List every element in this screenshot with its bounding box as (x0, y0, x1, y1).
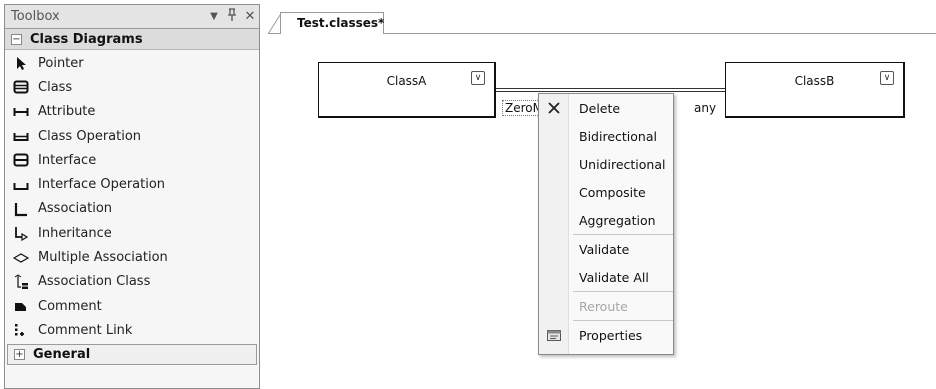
menu-item-validate-all[interactable]: Validate All (539, 263, 673, 291)
menu-item-unidirectional[interactable]: Unidirectional (539, 150, 673, 178)
menu-item-label: Reroute (579, 298, 628, 314)
delete-icon (548, 102, 560, 114)
toolbox-item-association[interactable]: Association (5, 197, 259, 221)
toolbox-item-label: Inheritance (38, 225, 112, 241)
class-shape-classb[interactable]: ClassB ∨ (725, 62, 905, 118)
toolbox-item-interface[interactable]: Interface (5, 148, 259, 172)
menu-item-label: Composite (579, 184, 646, 200)
toolbox-item-label: Comment (38, 298, 102, 314)
interface-icon (13, 153, 29, 167)
attribute-icon (13, 107, 29, 116)
dropdown-arrow-icon[interactable]: ▼ (205, 11, 223, 22)
section-label: General (33, 346, 91, 362)
toolbox-item-label: Class Operation (38, 128, 142, 144)
tab-test-classes[interactable]: Test.classes* (280, 12, 384, 34)
inheritance-icon (15, 227, 29, 242)
menu-item-label: Validate (579, 241, 630, 257)
class-name: ClassA (386, 74, 427, 88)
toolbox-item-label: Multiple Association (38, 250, 168, 266)
menu-item-label: Properties (579, 327, 643, 343)
toolbox-item-label: Comment Link (38, 322, 133, 338)
toolbox-item-pointer[interactable]: Pointer (5, 51, 259, 75)
interface-operation-icon (13, 182, 29, 190)
menu-item-validate[interactable]: Validate (539, 235, 673, 263)
menu-item-composite[interactable]: Composite (539, 178, 673, 206)
close-icon[interactable]: ✕ (241, 9, 259, 24)
menu-item-reroute: Reroute (539, 292, 673, 320)
class-icon (13, 80, 29, 94)
document-tab-strip: Test.classes* (268, 4, 936, 34)
menu-item-label: Aggregation (579, 212, 656, 228)
context-menu: Delete Bidirectional Unidirectional Comp… (538, 93, 674, 355)
menu-item-label: Bidirectional (579, 128, 657, 144)
menu-item-label: Unidirectional (579, 156, 666, 172)
toolbox-item-comment-link[interactable]: Comment Link (5, 318, 259, 342)
association-icon (14, 202, 27, 217)
toolbox-item-label: Interface (38, 152, 97, 168)
toolbox-title: Toolbox (11, 9, 60, 24)
expand-icon[interactable]: + (14, 348, 25, 360)
comment-link-icon (15, 324, 24, 337)
properties-icon (547, 330, 561, 341)
menu-item-aggregation[interactable]: Aggregation (539, 206, 673, 234)
expand-chevron-icon[interactable]: ∨ (880, 71, 894, 85)
multiple-association-icon (13, 252, 29, 263)
toolbox-item-multiple-association[interactable]: Multiple Association (5, 245, 259, 269)
toolbox-item-class[interactable]: Class (5, 75, 259, 99)
section-class-diagrams[interactable]: − Class Diagrams (5, 29, 259, 50)
association-class-icon (14, 274, 28, 289)
comment-icon (15, 303, 26, 312)
menu-item-label: Delete (579, 100, 621, 116)
toolbox-item-association-class[interactable]: Association Class (5, 270, 259, 294)
association-connector[interactable] (496, 88, 725, 92)
toolbox-item-label: Class (38, 79, 73, 95)
toolbox-item-class-operation[interactable]: Class Operation (5, 124, 259, 148)
toolbox-item-label: Association (38, 201, 113, 217)
section-general[interactable]: + General (7, 343, 257, 365)
toolbox-item-label: Pointer (38, 55, 84, 71)
menu-item-bidirectional[interactable]: Bidirectional (539, 122, 673, 150)
toolbox-item-label: Attribute (38, 104, 96, 120)
class-operation-icon (13, 133, 29, 142)
expand-chevron-icon[interactable]: ∨ (471, 71, 485, 85)
toolbox-header: Toolbox ▼ ✕ (5, 5, 259, 29)
toolbox-panel: Toolbox ▼ ✕ − Class Diagrams Pointer Cla… (4, 4, 260, 389)
multiplicity-label-target[interactable]: any (694, 101, 717, 115)
menu-item-delete[interactable]: Delete (539, 94, 673, 122)
toolbox-item-interface-operation[interactable]: Interface Operation (5, 172, 259, 196)
toolbox-item-label: Interface Operation (38, 177, 166, 193)
toolbox-item-list: Pointer Class Attribute Class Operation … (5, 50, 259, 343)
menu-item-label: Validate All (579, 269, 649, 285)
toolbox-item-attribute[interactable]: Attribute (5, 100, 259, 124)
pointer-icon (17, 57, 26, 71)
class-name: ClassB (794, 74, 835, 88)
menu-item-properties[interactable]: Properties (539, 321, 673, 349)
collapse-icon[interactable]: − (11, 33, 22, 45)
toolbox-item-comment[interactable]: Comment (5, 294, 259, 318)
toolbox-item-label: Association Class (38, 274, 151, 290)
section-label: Class Diagrams (30, 31, 143, 47)
class-shape-classa[interactable]: ClassA ∨ (318, 62, 496, 118)
pin-icon[interactable] (223, 7, 241, 26)
toolbox-item-inheritance[interactable]: Inheritance (5, 221, 259, 245)
